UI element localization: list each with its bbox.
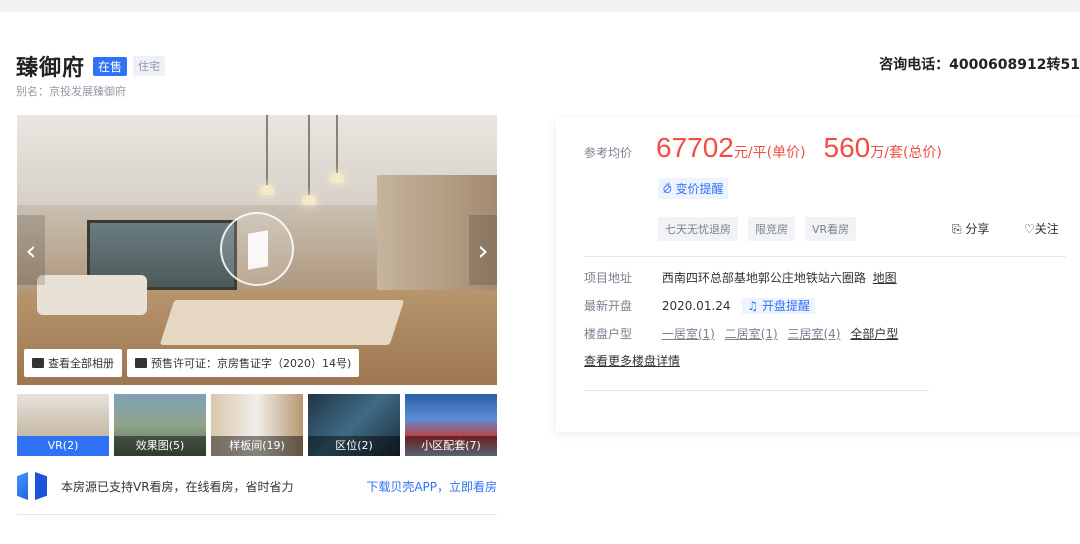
opening-reminder-button[interactable]: ♫ 开盘提醒: [742, 298, 815, 314]
share-label: 分享: [965, 222, 990, 236]
layout-link-1br[interactable]: 一居室(1): [662, 327, 715, 341]
address-label: 项目地址: [584, 271, 633, 285]
pendant-lamp-cord: [336, 115, 338, 175]
more-details-link[interactable]: 查看更多楼盘详情: [584, 352, 680, 369]
opening-row: 最新开盘 2020.01.24 ♫ 开盘提醒: [584, 297, 815, 314]
unit-price-suffix: 元/平(单价): [733, 145, 806, 161]
layout-label: 楼盘户型: [584, 327, 633, 341]
vr-promo-bar: 本房源已支持VR看房，在线看房，省时省力 下载贝壳APP，立即看房: [17, 470, 497, 502]
consult-phone: 咨询电话：4000608912转51: [879, 57, 1080, 73]
pendant-lamp: [302, 195, 316, 205]
unit-price-value: 67702: [656, 132, 734, 163]
total-price-suffix: 万/套(总价): [870, 145, 942, 161]
presale-permit-button[interactable]: 预售许可证：京房售证字（2020）14号): [127, 349, 360, 377]
property-type-badge: 住宅: [133, 56, 166, 76]
download-app-link[interactable]: 下载贝壳APP，立即看房: [366, 478, 497, 495]
thumbnail-label: 样板间(19): [211, 436, 303, 456]
thumbnail-label: VR(2): [17, 436, 109, 456]
share-button[interactable]: ⎘ 分享: [952, 220, 989, 237]
pendant-lamp: [330, 173, 344, 183]
heart-icon: ♡: [1024, 222, 1035, 236]
vr-play-icon[interactable]: [220, 212, 294, 286]
layout-link-3br[interactable]: 三居室(4): [787, 327, 840, 341]
gallery-sofa: [37, 275, 147, 315]
feature-tag: 限竞房: [748, 217, 795, 241]
project-alias: 别名：京投发展臻御府: [16, 85, 126, 98]
thumbnail-showroom[interactable]: 样板间(19): [211, 394, 303, 456]
feature-tag: 七天无忧退房: [658, 217, 738, 241]
divider: [17, 514, 497, 515]
bell-icon: ♫: [747, 299, 762, 313]
share-icon: ⎘: [952, 222, 966, 236]
all-layouts-link[interactable]: 全部户型: [850, 327, 898, 341]
opening-reminder-label: 开盘提醒: [761, 299, 810, 313]
sale-status-badge: 在售: [93, 56, 128, 76]
layout-row: 楼盘户型 一居室(1) 二居室(1) 三居室(4) 全部户型: [584, 325, 904, 342]
permit-icon: [135, 358, 147, 368]
main-photo-gallery[interactable]: ‹ › 查看全部相册 预售许可证：京房售证字（2020）14号): [17, 115, 497, 385]
thumbnail-label: 效果图(5): [114, 436, 206, 456]
thumbnail-label: 小区配套(7): [405, 436, 497, 456]
vr-promo-text: 本房源已支持VR看房，在线看房，省时省力: [61, 479, 294, 494]
next-photo-arrow-icon[interactable]: ›: [469, 215, 497, 285]
top-bar: [0, 0, 1080, 12]
opening-date: 2020.01.24: [661, 299, 731, 313]
pendant-lamp-cord: [308, 115, 310, 197]
picture-icon: [32, 358, 44, 368]
feature-tag: VR看房: [805, 217, 857, 241]
beike-logo-icon: [17, 472, 28, 500]
map-link[interactable]: 地图: [873, 271, 897, 285]
project-info-card: 参考均价 67702 元/平(单价) 560 万/套(总价) ⦳ 变价提醒 七天…: [556, 118, 1080, 432]
title-row: 臻御府 在售 住宅: [16, 50, 166, 82]
pendant-lamp-cord: [266, 115, 268, 187]
thumbnail-location[interactable]: 区位(2): [308, 394, 400, 456]
pendant-lamp: [260, 185, 274, 195]
thumbnail-strip: VR(2) 效果图(5) 样板间(19) 区位(2) 小区配套(7): [17, 394, 497, 456]
prev-photo-arrow-icon[interactable]: ‹: [17, 215, 45, 285]
address-row: 项目地址 西南四环总部基地郭公庄地铁站六圈路 地图: [584, 269, 897, 286]
follow-button[interactable]: ♡关注: [1024, 220, 1059, 237]
thumbnail-vr[interactable]: VR(2): [17, 394, 109, 456]
thumbnail-amenities[interactable]: 小区配套(7): [405, 394, 497, 456]
view-all-photos-button[interactable]: 查看全部相册: [24, 349, 122, 377]
project-title: 臻御府: [16, 56, 86, 81]
layout-link-2br[interactable]: 二居室(1): [725, 327, 778, 341]
divider: [584, 256, 1066, 257]
total-price-value: 560: [823, 132, 871, 163]
price-change-alert-button[interactable]: ⦳ 变价提醒: [658, 178, 729, 199]
presale-permit-label: 预售许可证：京房售证字（2020）14号): [151, 357, 352, 370]
avg-price-label: 参考均价: [584, 146, 633, 160]
follow-label: 关注: [1034, 222, 1059, 236]
gallery-table: [159, 300, 405, 345]
address-value: 西南四环总部基地郭公庄地铁站六圈路: [661, 271, 866, 285]
view-all-photos-label: 查看全部相册: [48, 357, 114, 370]
price-row: 参考均价 67702 元/平(单价) 560 万/套(总价): [584, 132, 960, 164]
beike-logo-icon-part: [35, 472, 47, 500]
thumbnail-rendering[interactable]: 效果图(5): [114, 394, 206, 456]
thumbnail-label: 区位(2): [308, 436, 400, 456]
opening-label: 最新开盘: [584, 299, 633, 313]
divider: [584, 390, 929, 391]
